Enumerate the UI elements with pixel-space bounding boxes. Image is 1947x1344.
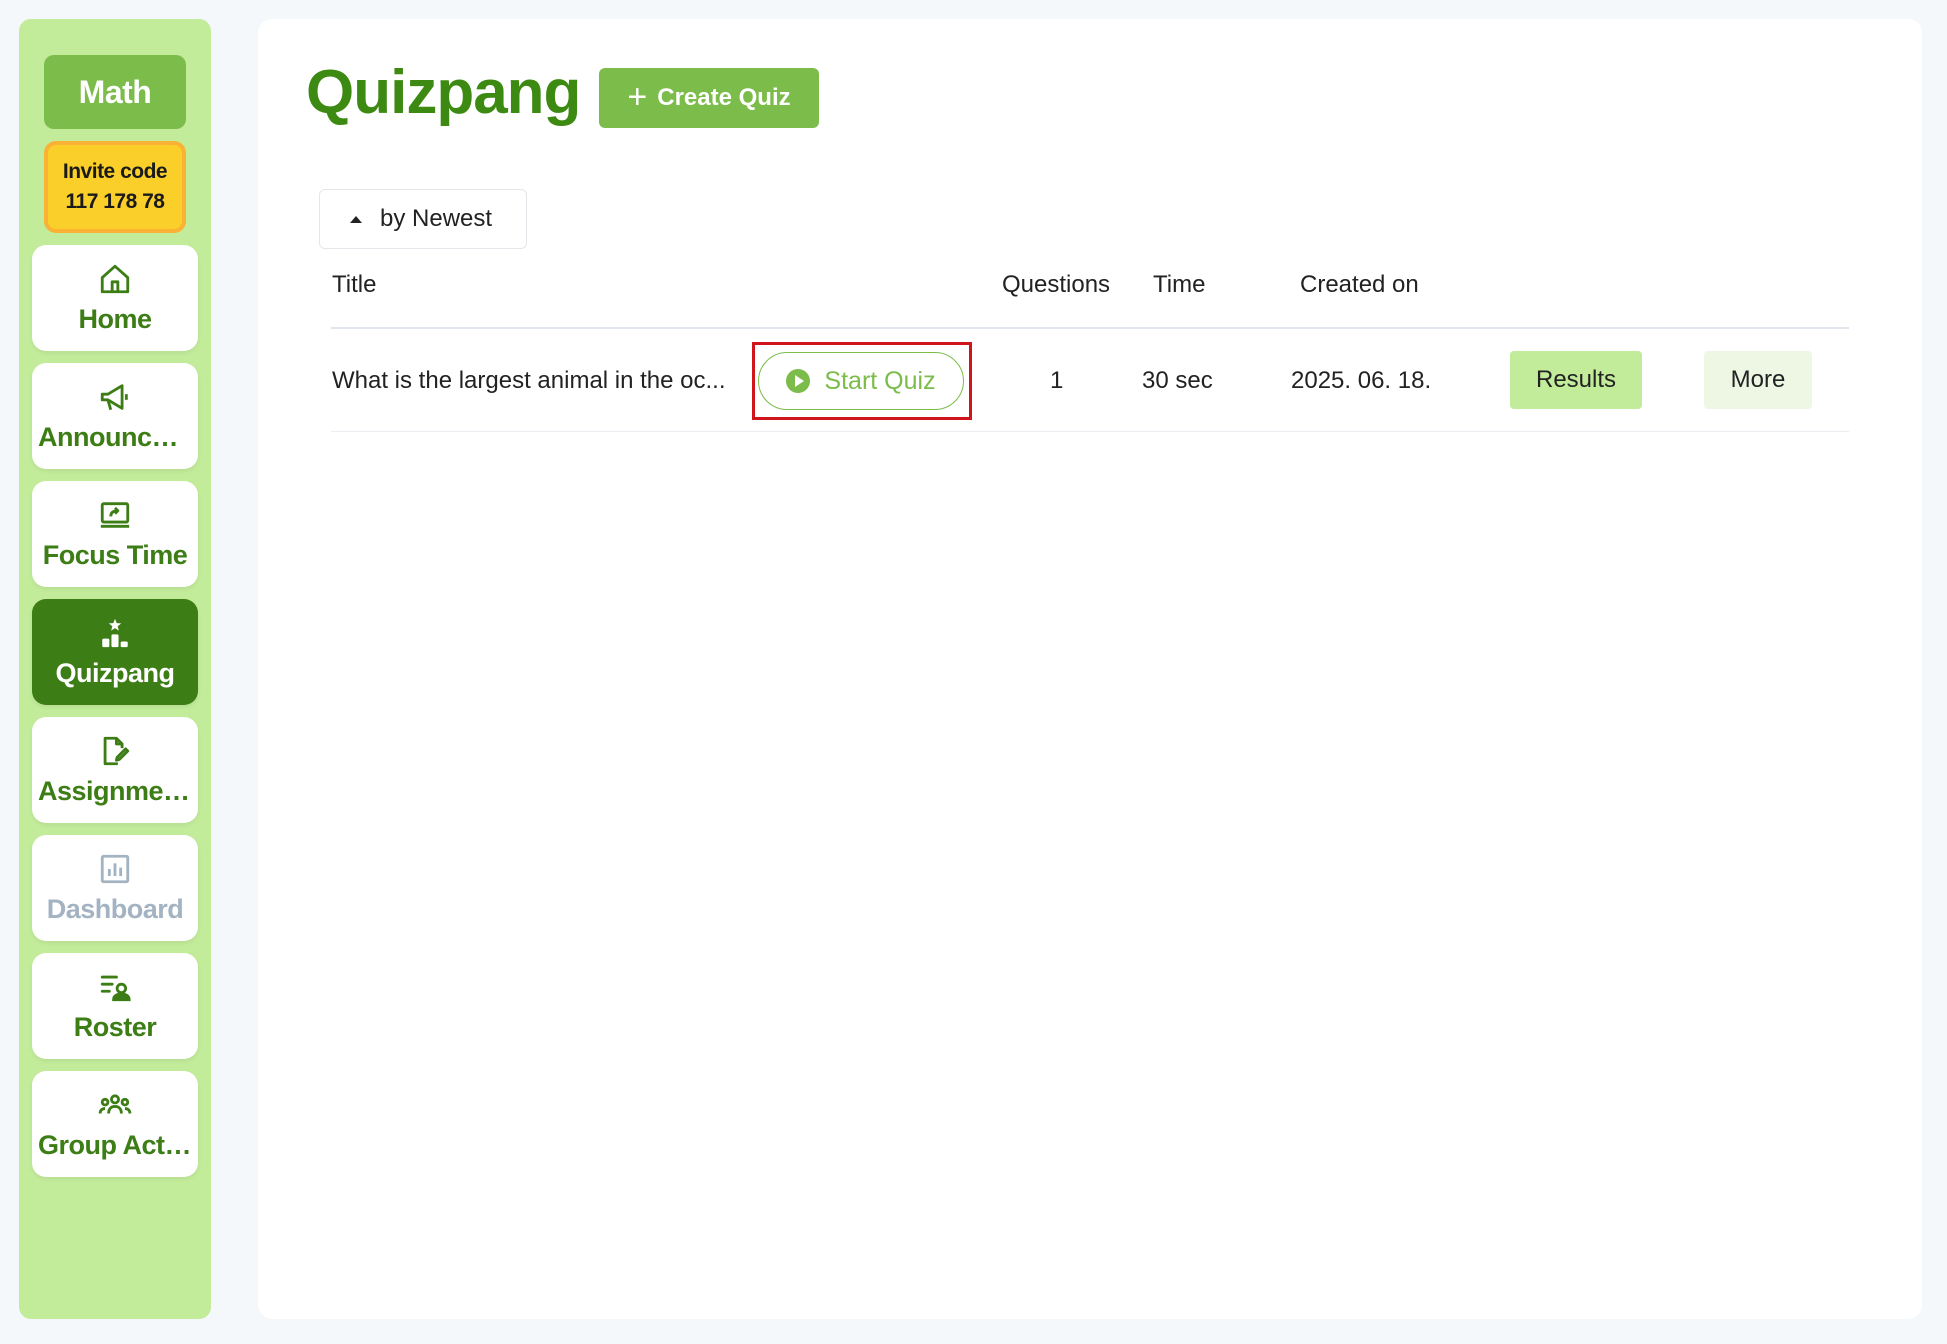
sidebar-item-label: Dashboard <box>46 893 184 924</box>
more-button[interactable]: More <box>1704 351 1812 409</box>
invite-code-label: Invite code <box>62 160 168 183</box>
sidebar-item-announcements[interactable]: Announcements <box>32 363 198 469</box>
sidebar-item-dashboard[interactable]: Dashboard <box>32 835 198 941</box>
sidebar-item-label: Focus Time <box>42 539 188 570</box>
start-quiz-label: Start Quiz <box>824 366 936 395</box>
sidebar-item-label: Assignments <box>38 775 192 806</box>
column-header-questions: Questions <box>1002 271 1111 298</box>
page-title: Quizpang <box>306 58 581 127</box>
invite-code-value: 117 178 78 <box>65 190 165 213</box>
megaphone-icon <box>100 383 128 410</box>
group-icon <box>98 1093 132 1114</box>
sidebar-item-home[interactable]: Home <box>32 245 198 351</box>
sidebar-item-quizpang[interactable]: Quizpang <box>32 599 198 705</box>
create-quiz-button[interactable]: + Create Quiz <box>599 68 819 128</box>
row-divider <box>331 431 1849 432</box>
sort-label: by Newest <box>380 205 493 232</box>
caret-up-icon <box>350 215 362 223</box>
sidebar-item-label: Announcements <box>38 421 192 452</box>
plus-icon: + <box>627 77 648 116</box>
invite-code-box[interactable]: Invite code 117 178 78 <box>44 141 186 233</box>
sidebar-item-label: Quizpang <box>55 657 176 688</box>
podium-star-icon <box>102 618 128 647</box>
sidebar-item-label: Roster <box>73 1011 157 1042</box>
sidebar-item-label: Group Activities <box>38 1129 192 1160</box>
quiz-questions: 1 <box>1050 367 1064 394</box>
results-button[interactable]: Results <box>1510 351 1642 409</box>
roster-list-icon <box>100 975 131 1001</box>
sidebar-nav: Home Announcements Focus Time Quizpang <box>32 245 198 1177</box>
sidebar-item-roster[interactable]: Roster <box>32 953 198 1059</box>
quiz-time: 30 sec <box>1142 367 1213 394</box>
column-header-time: Time <box>1153 271 1206 298</box>
column-header-created-on: Created on <box>1300 271 1419 298</box>
class-name-badge[interactable]: Math <box>44 55 186 129</box>
main-panel: Quizpang + Create Quiz by Newest Title Q… <box>258 19 1922 1319</box>
sort-button[interactable]: by Newest <box>319 189 527 249</box>
sidebar-item-assignments[interactable]: Assignments <box>32 717 198 823</box>
sidebar-item-focus-time[interactable]: Focus Time <box>32 481 198 587</box>
sidebar-item-group-activities[interactable]: Group Activities <box>32 1071 198 1177</box>
play-icon <box>786 369 811 393</box>
home-icon <box>100 264 130 293</box>
quiz-created-on: 2025. 06. 18. <box>1291 367 1432 394</box>
sidebar: Math Invite code 117 178 78 Home Announc… <box>19 19 211 1319</box>
start-quiz-button[interactable]: Start Quiz <box>758 352 964 410</box>
table-header-divider <box>331 327 1849 329</box>
document-edit-icon <box>103 736 130 765</box>
create-quiz-label: Create Quiz <box>657 84 791 111</box>
quiz-title[interactable]: What is the largest animal in the oc... <box>332 367 726 395</box>
screen-share-icon <box>100 501 130 528</box>
column-header-title: Title <box>332 271 377 298</box>
sidebar-item-label: Home <box>78 303 152 334</box>
bar-chart-icon <box>100 854 130 883</box>
